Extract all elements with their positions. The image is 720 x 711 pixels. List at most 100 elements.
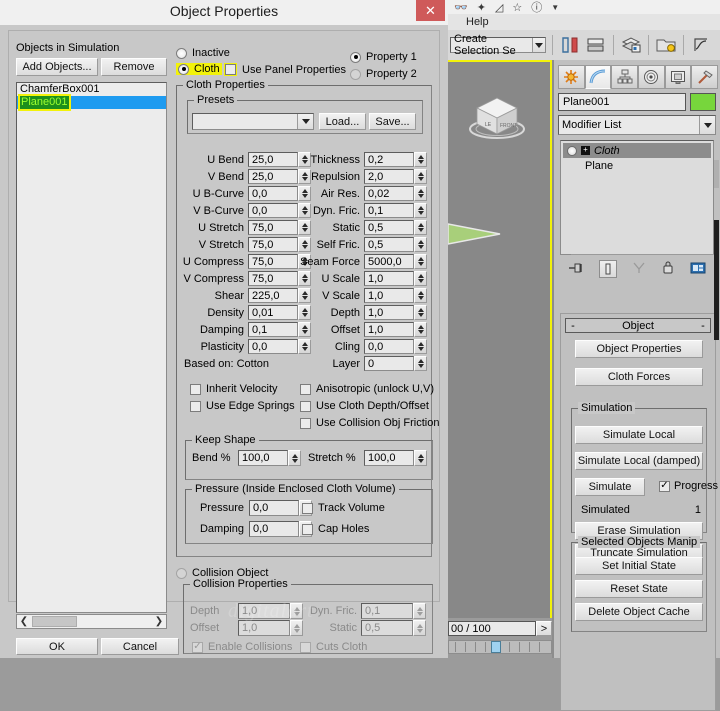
- param-field-damping[interactable]: 0,1: [248, 322, 298, 337]
- param-spinner-self-fric[interactable]: [414, 237, 427, 252]
- param-row-static[interactable]: Static0,5: [300, 220, 427, 235]
- radio-cloth-dot[interactable]: [178, 64, 189, 75]
- radio-inactive-dot[interactable]: [176, 48, 187, 59]
- cancel-button[interactable]: Cancel: [101, 638, 179, 655]
- list-item[interactable]: ChamferBox001: [17, 83, 166, 96]
- stretch-percent-field[interactable]: 100,0: [364, 450, 414, 466]
- collision-offset-row[interactable]: Offset 1,0: [190, 620, 303, 636]
- param-row-v-compress[interactable]: V Compress75,0: [182, 271, 311, 286]
- list-item[interactable]: Plane001: [17, 96, 166, 109]
- use-panel-properties-checkbox[interactable]: [225, 64, 236, 75]
- object-properties-button[interactable]: Object Properties: [575, 340, 703, 358]
- param-field-thickness[interactable]: 0,2: [364, 152, 414, 167]
- param-field-shear[interactable]: 225,0: [248, 288, 298, 303]
- menu-item-help[interactable]: Help: [466, 16, 489, 28]
- param-field-v-compress[interactable]: 75,0: [248, 271, 298, 286]
- param-field-self-fric[interactable]: 0,5: [364, 237, 414, 252]
- param-row-self-fric[interactable]: Self Fric.0,5: [300, 237, 427, 252]
- collision-static-field[interactable]: 0,5: [361, 620, 413, 636]
- radio-inactive[interactable]: Inactive: [176, 47, 230, 59]
- object-color-swatch[interactable]: [690, 93, 716, 111]
- star-outline-icon[interactable]: ☆: [512, 1, 522, 14]
- stretch-percent-spinner[interactable]: [414, 450, 427, 466]
- radio-property-2-dot[interactable]: [350, 69, 361, 80]
- modifier-stack-tools[interactable]: [560, 258, 714, 280]
- param-row-offset[interactable]: Offset1,0: [300, 322, 427, 337]
- utilities-tab[interactable]: [691, 65, 718, 89]
- param-spinner-offset[interactable]: [414, 322, 427, 337]
- collision-offset-spinner[interactable]: [290, 620, 303, 636]
- checkbox-anisotropic[interactable]: Anisotropic (unlock U,V): [300, 383, 434, 395]
- viewport[interactable]: LE FRONT: [448, 60, 552, 658]
- param-field-seam-force[interactable]: 5000,0: [364, 254, 414, 269]
- param-row-thickness[interactable]: Thickness0,2: [300, 152, 427, 167]
- radio-property-1[interactable]: Property 1: [350, 51, 417, 63]
- use-edge-springs-checkbox[interactable]: [190, 401, 201, 412]
- selection-set-combo[interactable]: Create Selection Se: [450, 37, 546, 53]
- pressure-damping-row[interactable]: Damping 0,0: [194, 521, 312, 537]
- param-row-u-scale[interactable]: U Scale1,0: [300, 271, 427, 286]
- binoculars-icon[interactable]: 👓: [454, 1, 468, 14]
- param-row-v-b-curve[interactable]: V B-Curve0,0: [182, 203, 311, 218]
- stack-item-cloth[interactable]: + Cloth: [563, 143, 711, 158]
- chevron-down-icon[interactable]: [699, 116, 715, 134]
- keep-shape-stretch-row[interactable]: Stretch % 100,0: [308, 450, 427, 466]
- param-field-u-scale[interactable]: 1,0: [364, 271, 414, 286]
- collision-dyn-fric-spinner[interactable]: [413, 603, 426, 619]
- checkbox-track-volume[interactable]: Track Volume: [302, 502, 385, 514]
- configure-sets-icon[interactable]: [690, 261, 706, 278]
- param-field-repulsion[interactable]: 2,0: [364, 169, 414, 184]
- enable-collisions-checkbox[interactable]: ✓: [192, 642, 203, 653]
- param-field-plasticity[interactable]: 0,0: [248, 339, 298, 354]
- param-row-repulsion[interactable]: Repulsion2,0: [300, 169, 427, 184]
- create-tab[interactable]: [558, 65, 585, 89]
- dropdown-caret-icon[interactable]: ▼: [551, 3, 559, 12]
- collision-depth-row[interactable]: Depth 1,0: [190, 603, 303, 619]
- param-spinner-layer[interactable]: [414, 356, 427, 371]
- listbox-horizontal-scrollbar[interactable]: ❮ ❯: [16, 614, 167, 629]
- param-spinner-thickness[interactable]: [414, 152, 427, 167]
- open-folder-icon[interactable]: [655, 33, 677, 57]
- command-panel-tabs[interactable]: [558, 65, 718, 89]
- time-slider-thumb[interactable]: [491, 641, 501, 653]
- make-unique-icon[interactable]: [632, 261, 646, 278]
- cuts-cloth-checkbox[interactable]: [300, 642, 311, 653]
- param-spinner-static[interactable]: [414, 220, 427, 235]
- param-row-shear[interactable]: Shear225,0: [182, 288, 311, 303]
- frame-next-button[interactable]: >: [536, 621, 552, 636]
- radio-collision-object-dot[interactable]: [176, 568, 187, 579]
- pin-stack-icon[interactable]: [568, 261, 584, 278]
- collapse-icon[interactable]: -: [566, 320, 580, 332]
- add-objects-button[interactable]: Add Objects...: [16, 58, 98, 76]
- param-field-u-b-curve[interactable]: 0,0: [248, 186, 298, 201]
- dialog-titlebar[interactable]: Object Properties ✕: [0, 0, 448, 25]
- param-row-layer[interactable]: Layer0: [300, 356, 427, 371]
- bend-percent-field[interactable]: 100,0: [238, 450, 288, 466]
- collision-static-spinner[interactable]: [413, 620, 426, 636]
- bend-percent-spinner[interactable]: [288, 450, 301, 466]
- param-field-u-stretch[interactable]: 75,0: [248, 220, 298, 235]
- cloth-forces-button[interactable]: Cloth Forces: [575, 368, 703, 386]
- command-panel-scrollbar[interactable]: [714, 220, 719, 340]
- checkbox-use-cloth-depth-offset[interactable]: Use Cloth Depth/Offset: [300, 400, 429, 412]
- compass-icon[interactable]: ◿: [495, 1, 503, 14]
- checkbox-use-collision-obj-friction[interactable]: Use Collision Obj Friction: [300, 417, 439, 429]
- param-row-depth[interactable]: Depth1,0: [300, 305, 427, 320]
- show-end-result-icon[interactable]: [599, 260, 617, 278]
- keep-shape-bend-row[interactable]: Bend % 100,0: [192, 450, 301, 466]
- set-initial-state-button[interactable]: Set Initial State: [575, 557, 703, 575]
- selected-plane-object[interactable]: [448, 222, 508, 246]
- param-spinner-repulsion[interactable]: [414, 169, 427, 184]
- main-toolbar[interactable]: Create Selection Se: [448, 30, 720, 60]
- radio-property-1-dot[interactable]: [350, 52, 361, 63]
- checkbox-cap-holes[interactable]: Cap Holes: [302, 523, 369, 535]
- checkbox-inherit-velocity[interactable]: Inherit Velocity: [190, 383, 278, 395]
- param-spinner-dyn-fric[interactable]: [414, 203, 427, 218]
- menu-bar[interactable]: Help: [448, 14, 720, 30]
- remove-button[interactable]: Remove: [101, 58, 167, 76]
- param-field-u-bend[interactable]: 25,0: [248, 152, 298, 167]
- info-icon[interactable]: ⓘ: [531, 0, 542, 15]
- use-panel-properties-checkbox-wrap[interactable]: [224, 63, 237, 76]
- cap-holes-checkbox[interactable]: [302, 524, 313, 535]
- presets-combo[interactable]: [192, 113, 314, 130]
